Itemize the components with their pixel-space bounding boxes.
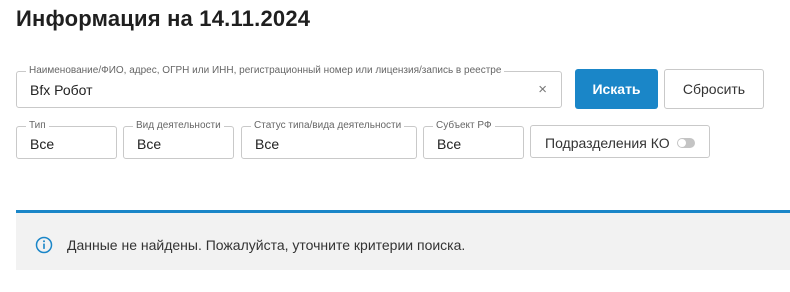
search-field-legend: Наименование/ФИО, адрес, ОГРН или ИНН, р… [26, 65, 505, 77]
filter-activity-select[interactable]: Вид деятельности Все [123, 120, 234, 159]
search-button[interactable]: Искать [575, 69, 658, 109]
filter-type-legend: Тип [26, 120, 49, 132]
filter-region-legend: Субъект РФ [433, 120, 495, 132]
info-icon [35, 236, 53, 254]
filter-status-legend: Статус типа/вида деятельности [251, 120, 405, 132]
filter-status-value: Все [255, 136, 280, 152]
no-results-notice: Данные не найдены. Пожалуйста, уточните … [16, 210, 790, 270]
filter-type-value: Все [30, 136, 55, 152]
toggle-switch[interactable] [677, 138, 695, 148]
filter-type-select[interactable]: Тип Все [16, 120, 117, 159]
filter-region-select[interactable]: Субъект РФ Все [423, 120, 524, 159]
page-title: Информация на 14.11.2024 [16, 6, 311, 31]
filter-region-value: Все [437, 136, 462, 152]
search-input-value[interactable]: Bfx Робот [30, 82, 93, 98]
ko-subdivisions-label: Подразделения КО [545, 135, 670, 151]
notice-text: Данные не найдены. Пожалуйста, уточните … [67, 237, 466, 253]
ko-subdivisions-toggle[interactable]: Подразделения КО [530, 125, 710, 158]
reset-button[interactable]: Сбросить [664, 69, 764, 109]
close-icon[interactable]: × [538, 81, 547, 98]
filter-activity-legend: Вид деятельности [133, 120, 224, 132]
filter-status-select[interactable]: Статус типа/вида деятельности Все [241, 120, 417, 159]
search-field[interactable]: Наименование/ФИО, адрес, ОГРН или ИНН, р… [16, 65, 562, 108]
filter-activity-value: Все [137, 136, 162, 152]
